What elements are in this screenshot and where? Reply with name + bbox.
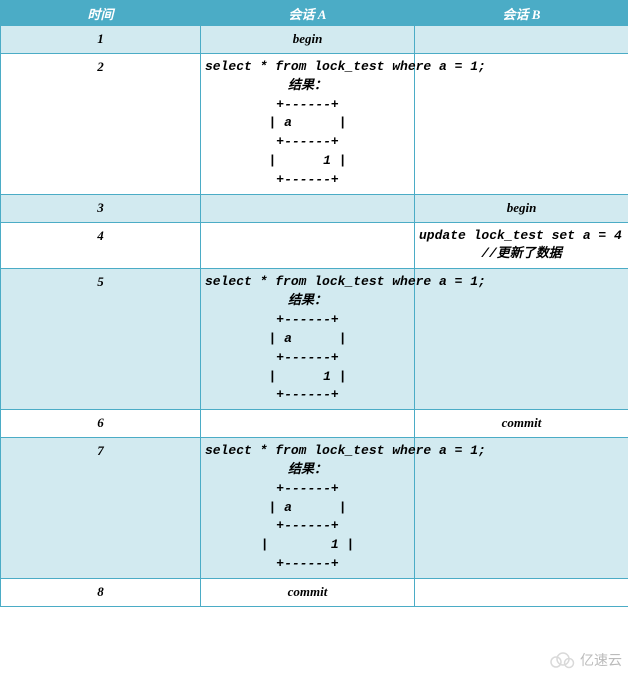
table-row: 7 select * from lock_test where a = 1; 结… <box>1 438 628 579</box>
cell-session-b: update lock_test set a = 4 where a = 1; … <box>415 222 628 269</box>
table-row: 5 select * from lock_test where a = 1; 结… <box>1 269 628 410</box>
cell-time: 5 <box>1 269 201 410</box>
watermark: 亿速云 <box>548 650 622 670</box>
table-row: 8 commit <box>1 578 628 606</box>
header-session-a: 会话 A <box>201 1 415 26</box>
cell-session-b: commit <box>415 410 628 438</box>
table-row: 2 select * from lock_test where a = 1; 结… <box>1 53 628 194</box>
cell-session-a <box>201 194 415 222</box>
cell-session-a <box>201 222 415 269</box>
cell-time: 6 <box>1 410 201 438</box>
cell-session-a: begin <box>201 26 415 54</box>
cell-session-b <box>415 26 628 54</box>
session-timeline-table: 时间 会话 A 会话 B 1 begin 2 select * from loc… <box>0 0 628 607</box>
cell-time: 7 <box>1 438 201 579</box>
cell-session-b <box>415 269 628 410</box>
table-row: 3 begin <box>1 194 628 222</box>
watermark-text: 亿速云 <box>580 650 622 670</box>
cell-session-a: select * from lock_test where a = 1; 结果：… <box>201 269 415 410</box>
cell-time: 4 <box>1 222 201 269</box>
cell-session-a: commit <box>201 578 415 606</box>
table-row: 6 commit <box>1 410 628 438</box>
cell-session-b <box>415 53 628 194</box>
cell-session-b: begin <box>415 194 628 222</box>
cell-session-a <box>201 410 415 438</box>
cell-time: 3 <box>1 194 201 222</box>
cell-session-b <box>415 578 628 606</box>
header-time: 时间 <box>1 1 201 26</box>
cell-time: 2 <box>1 53 201 194</box>
table-row: 1 begin <box>1 26 628 54</box>
cloud-icon <box>548 651 576 669</box>
cell-session-a: select * from lock_test where a = 1; 结果：… <box>201 53 415 194</box>
cell-session-b <box>415 438 628 579</box>
cell-session-a: select * from lock_test where a = 1; 结果：… <box>201 438 415 579</box>
cell-time: 8 <box>1 578 201 606</box>
cell-time: 1 <box>1 26 201 54</box>
header-session-b: 会话 B <box>415 1 628 26</box>
table-row: 4 update lock_test set a = 4 where a = 1… <box>1 222 628 269</box>
